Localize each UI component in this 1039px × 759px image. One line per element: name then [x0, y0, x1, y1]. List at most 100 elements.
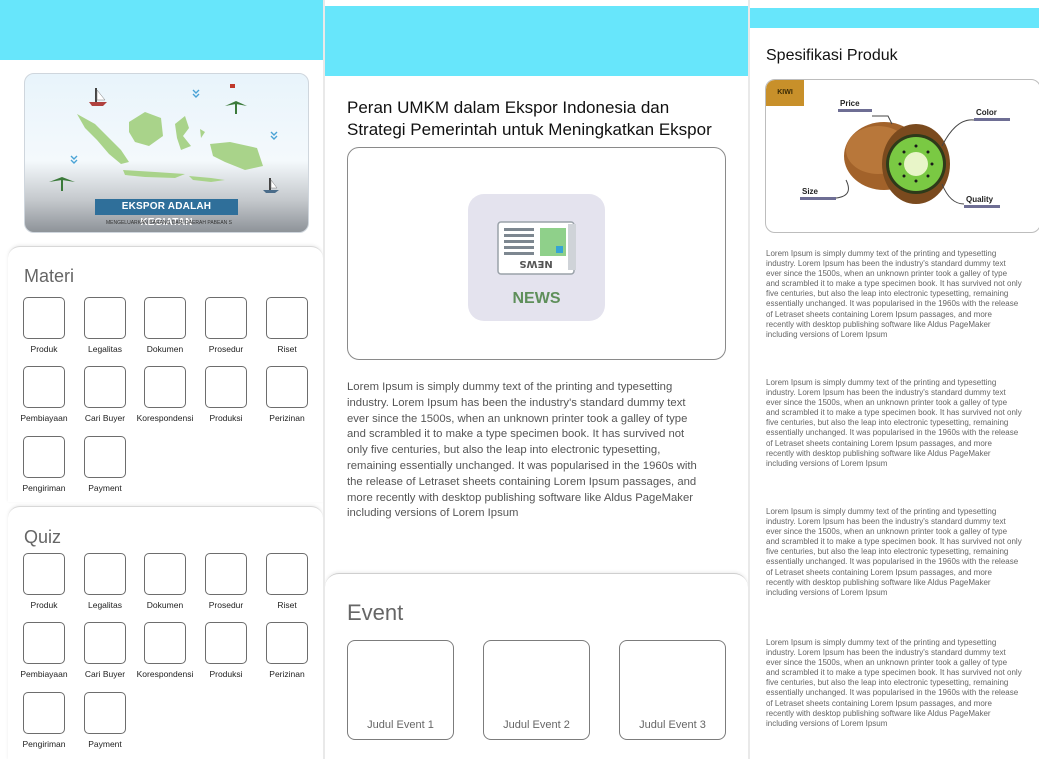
grid-item-icon: [144, 297, 186, 339]
spec-paragraph: Lorem Ipsum is simply dummy text of the …: [766, 378, 1022, 468]
grid-item-icon: [84, 436, 126, 478]
grid-item-label: Cari Buyer: [84, 413, 126, 423]
grid-item-icon: [23, 553, 65, 595]
grid-item-label: Dokumen: [146, 600, 184, 610]
grid-item-icon: [266, 297, 308, 339]
grid-item-icon: [266, 622, 308, 664]
kiwi-image: KIWI Price Color Size Quality: [765, 79, 1039, 233]
grid-item-icon: [205, 366, 247, 408]
grid-item-label: Pembiayaan: [20, 413, 68, 423]
grid-item-payment[interactable]: Payment: [74, 436, 136, 493]
grid-item-riset[interactable]: Riset: [256, 297, 318, 354]
grid-item-pembiayaan[interactable]: Pembiayaan: [13, 366, 75, 423]
quiz-title: Quiz: [24, 527, 62, 547]
grid-item-icon: [84, 366, 126, 408]
kiwi-illustration: Price Color Size Quality: [800, 99, 1010, 208]
grid-item-label: Riset: [277, 600, 297, 610]
grid-item-label: Prosedur: [208, 600, 244, 610]
grid-item-label: Riset: [277, 344, 297, 354]
top-app-bar: [0, 0, 323, 60]
svg-text:NEWS: NEWS: [519, 258, 552, 269]
quiz-section: Quiz Produk Legalitas Dokumen Prosedur Riset…: [8, 506, 323, 759]
banner-title: EKSPOR ADALAH KEGIATAN: [95, 199, 238, 228]
grid-item-label: Dokumen: [146, 344, 184, 354]
grid-item-icon: [84, 297, 126, 339]
grid-item-icon: [23, 622, 65, 664]
grid-item-pengiriman[interactable]: Pengiriman: [13, 436, 75, 493]
grid-item-produksi[interactable]: Produksi: [195, 366, 257, 423]
grid-item-produk[interactable]: Produk: [13, 297, 75, 354]
grid-item-cari-buyer[interactable]: Cari Buyer: [74, 366, 136, 423]
article-screen: Peran UMKM dalam Ekspor Indonesia dan St…: [325, 0, 748, 759]
grid-item-perizinan[interactable]: Perizinan: [256, 622, 318, 679]
grid-item-icon: [84, 553, 126, 595]
news-image-frame: NEWS NEWS: [347, 147, 726, 360]
grid-item-perizinan[interactable]: Perizinan: [256, 366, 318, 423]
grid-item-label: Produk: [30, 344, 58, 354]
grid-item-prosedur[interactable]: Prosedur: [195, 553, 257, 610]
grid-item-dokumen[interactable]: Dokumen: [134, 297, 196, 354]
article-title: Peran UMKM dalam Ekspor Indonesia dan St…: [347, 98, 712, 139]
grid-item-label: Pembiayaan: [20, 669, 68, 679]
color-label: Color: [976, 108, 997, 117]
event-card-3[interactable]: Judul Event 3: [619, 640, 726, 740]
product-spec-screen: Spesifikasi Produk KIWI Price Color Size…: [750, 0, 1039, 759]
export-banner[interactable]: EKSPOR ADALAH KEGIATAN MENGELUARKAN BARA…: [24, 73, 309, 233]
grid-item-icon: [23, 297, 65, 339]
grid-item-korespondensi[interactable]: Korespondensi: [134, 366, 196, 423]
grid-item-pembiayaan[interactable]: Pembiayaan: [13, 622, 75, 679]
price-label: Price: [840, 99, 860, 108]
grid-item-korespondensi[interactable]: Korespondensi: [134, 622, 196, 679]
event-label: Judul Event 2: [503, 719, 570, 731]
event-card-2[interactable]: Judul Event 2: [483, 640, 590, 740]
banner-subtitle: MENGELUARKAN BARANG DARI DAERAH PABEAN S: [105, 220, 233, 226]
grid-item-produksi[interactable]: Produksi: [195, 622, 257, 679]
grid-item-pengiriman[interactable]: Pengiriman: [13, 692, 75, 749]
grid-item-icon: [144, 366, 186, 408]
grid-item-label: Produksi: [209, 413, 243, 423]
grid-item-label: Prosedur: [208, 344, 244, 354]
grid-item-icon: [23, 436, 65, 478]
grid-item-dokumen[interactable]: Dokumen: [134, 553, 196, 610]
grid-item-produk[interactable]: Produk: [13, 553, 75, 610]
grid-item-label: Produk: [30, 600, 58, 610]
grid-item-icon: [84, 622, 126, 664]
grid-item-label: Cari Buyer: [84, 669, 126, 679]
grid-item-icon: [144, 622, 186, 664]
top-app-bar: [325, 6, 748, 76]
grid-item-label: Payment: [88, 483, 122, 493]
grid-item-legalitas[interactable]: Legalitas: [74, 553, 136, 610]
grid-item-icon: [84, 692, 126, 734]
grid-item-icon: [205, 622, 247, 664]
article-body: Lorem Ipsum is simply dummy text of the …: [347, 381, 697, 520]
top-app-bar: [750, 8, 1039, 28]
grid-item-payment[interactable]: Payment: [74, 692, 136, 749]
grid-item-icon: [144, 553, 186, 595]
quality-label: Quality: [966, 195, 994, 204]
grid-item-label: Legalitas: [87, 344, 123, 354]
grid-item-prosedur[interactable]: Prosedur: [195, 297, 257, 354]
grid-item-icon: [266, 366, 308, 408]
news-label: NEWS: [512, 290, 561, 307]
spec-paragraph: Lorem Ipsum is simply dummy text of the …: [766, 507, 1022, 597]
grid-item-label: Pengiriman: [22, 739, 66, 749]
event-label: Judul Event 3: [639, 719, 706, 731]
event-title: Event: [347, 600, 404, 625]
grid-item-icon: [266, 553, 308, 595]
spec-paragraph: Lorem Ipsum is simply dummy text of the …: [766, 249, 1022, 339]
grid-item-label: Korespondensi: [136, 413, 194, 423]
event-card-1[interactable]: Judul Event 1: [347, 640, 454, 740]
grid-item-riset[interactable]: Riset: [256, 553, 318, 610]
spec-title: Spesifikasi Produk: [766, 47, 898, 64]
grid-item-label: Legalitas: [87, 600, 123, 610]
size-label: Size: [802, 187, 819, 196]
grid-item-label: Perizinan: [269, 413, 305, 423]
grid-item-icon: [23, 366, 65, 408]
grid-item-label: Korespondensi: [136, 669, 194, 679]
grid-item-legalitas[interactable]: Legalitas: [74, 297, 136, 354]
event-label: Judul Event 1: [367, 719, 434, 731]
spec-paragraph: Lorem Ipsum is simply dummy text of the …: [766, 638, 1022, 728]
home-screen: EKSPOR ADALAH KEGIATAN MENGELUARKAN BARA…: [0, 0, 323, 759]
grid-item-cari-buyer[interactable]: Cari Buyer: [74, 622, 136, 679]
grid-item-label: Payment: [88, 739, 122, 749]
